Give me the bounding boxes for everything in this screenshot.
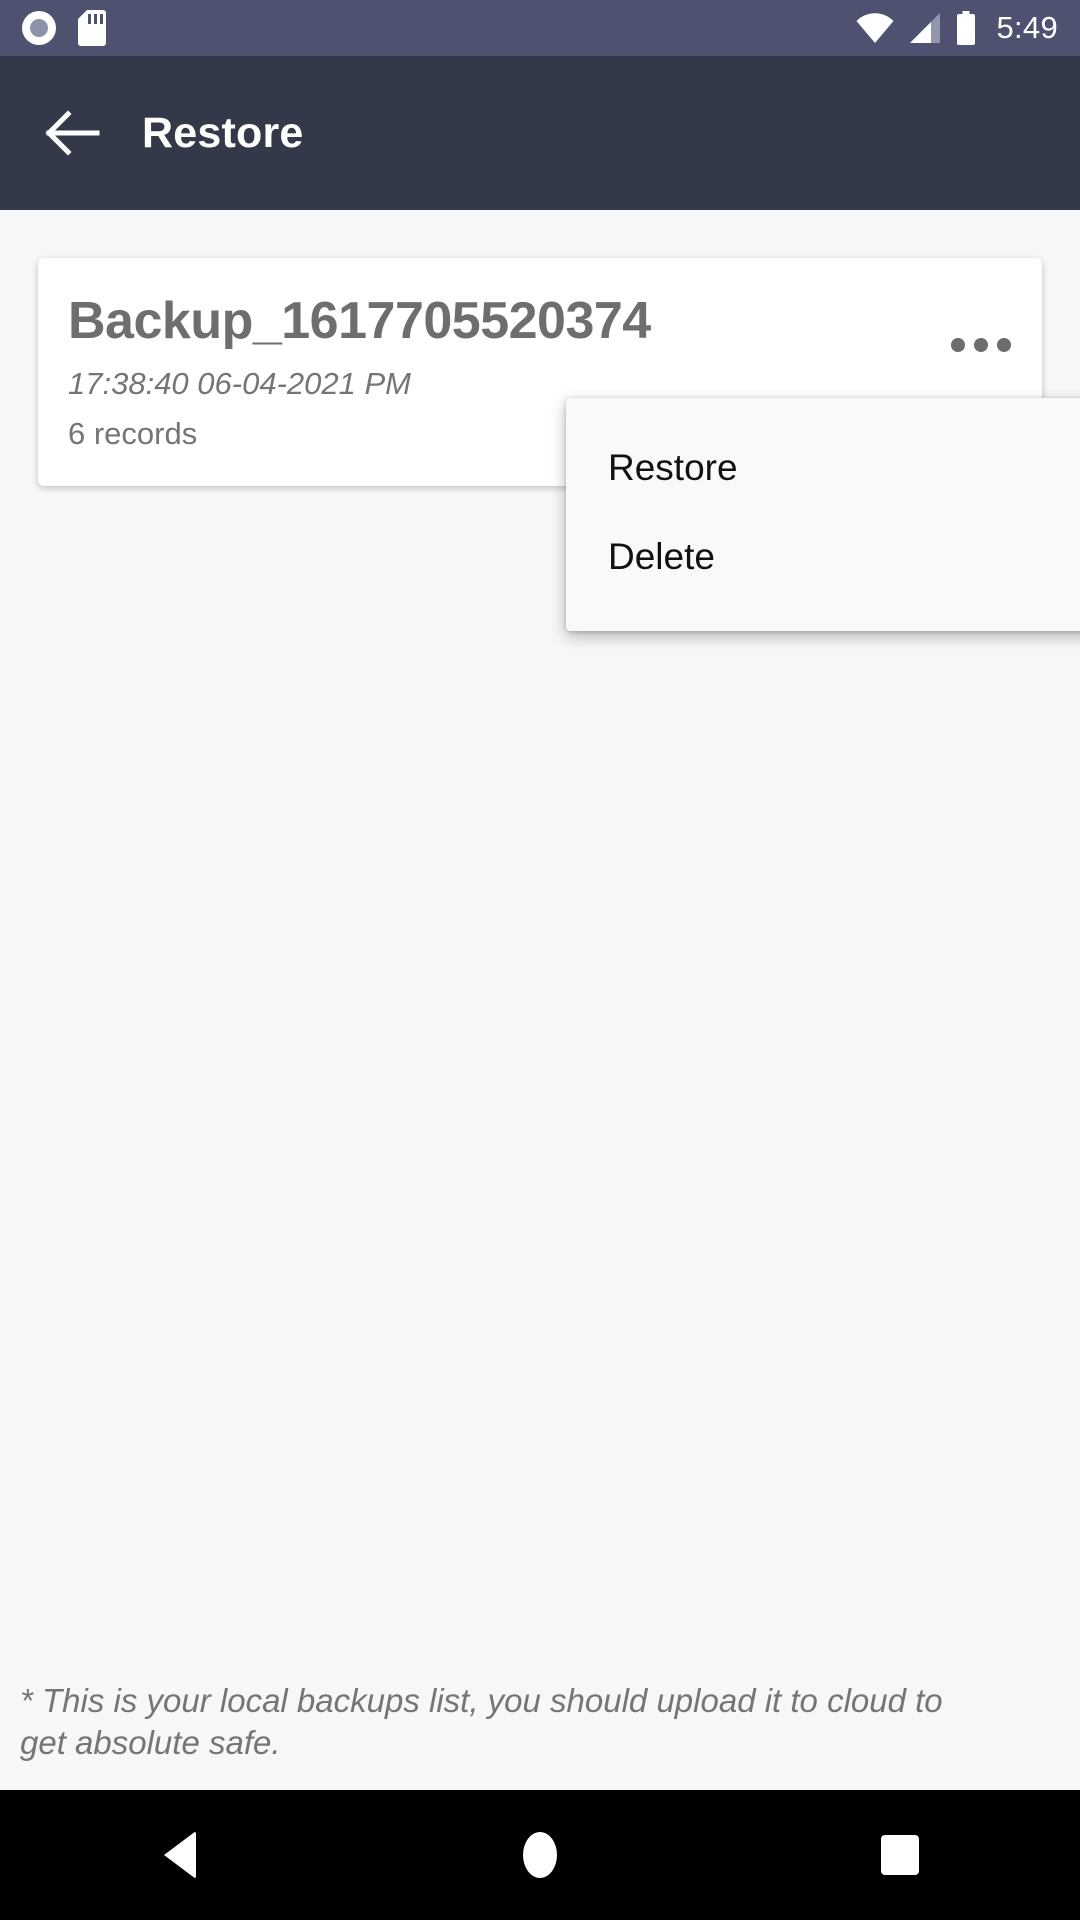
menu-item-delete[interactable]: Delete — [566, 513, 1080, 602]
status-bar: 5:49 — [0, 0, 1080, 56]
nav-back-icon — [163, 1831, 196, 1879]
battery-full-icon — [956, 11, 976, 45]
context-menu: Restore Delete — [566, 398, 1080, 632]
nav-home-button[interactable] — [360, 1790, 720, 1920]
backup-name: Backup_1617705520374 — [68, 292, 651, 350]
overflow-menu-icon[interactable] — [944, 308, 1018, 382]
nav-recents-icon — [880, 1835, 919, 1875]
wifi-icon — [856, 13, 894, 43]
back-button[interactable] — [18, 78, 128, 188]
nav-back-button[interactable] — [0, 1790, 360, 1920]
navigation-bar — [0, 1790, 1080, 1920]
status-bar-right-icons: 5:49 — [856, 10, 1058, 46]
cellular-signal-icon — [908, 13, 942, 43]
page-title: Restore — [142, 108, 304, 157]
content-area: Backup_1617705520374 17:38:40 06-04-2021… — [0, 210, 1080, 1790]
sd-card-icon — [78, 10, 106, 46]
back-arrow-icon — [45, 110, 100, 156]
app-bar: Restore — [0, 56, 1080, 210]
backup-timestamp: 17:38:40 06-04-2021 PM — [68, 366, 411, 402]
status-bar-clock: 5:49 — [996, 10, 1058, 45]
status-bar-left-icons — [22, 10, 106, 46]
nav-recents-button[interactable] — [720, 1790, 1080, 1920]
footer-note: * This is your local backups list, you s… — [20, 1681, 943, 1761]
record-icon — [22, 11, 56, 45]
nav-home-icon — [522, 1832, 557, 1878]
menu-item-restore[interactable]: Restore — [566, 424, 1080, 513]
